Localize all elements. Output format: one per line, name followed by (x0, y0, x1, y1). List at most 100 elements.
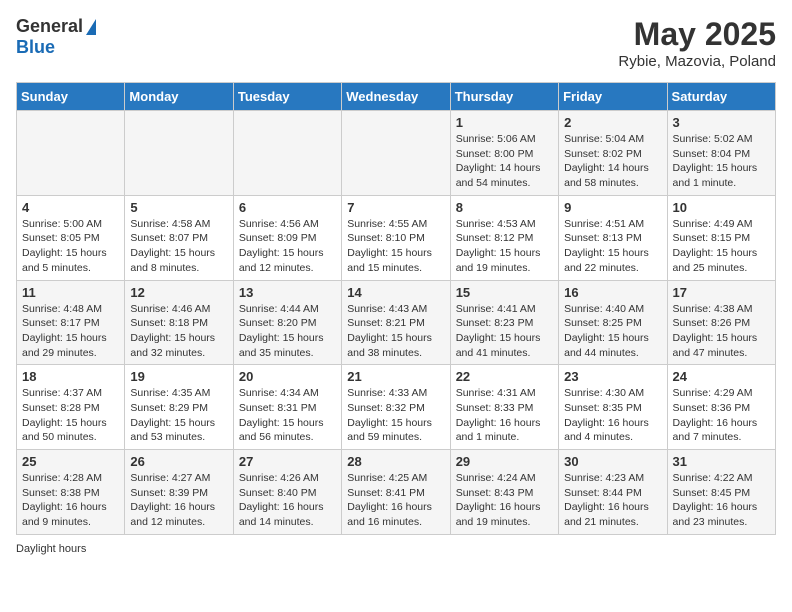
day-number: 11 (22, 285, 119, 300)
day-info: Sunrise: 4:27 AM Sunset: 8:39 PM Dayligh… (130, 471, 227, 530)
day-number: 14 (347, 285, 444, 300)
day-info: Sunrise: 4:23 AM Sunset: 8:44 PM Dayligh… (564, 471, 661, 530)
calendar-cell (125, 111, 233, 196)
calendar-cell: 6 Sunrise: 4:56 AM Sunset: 8:09 PM Daylig… (233, 195, 341, 280)
day-info: Sunrise: 4:22 AM Sunset: 8:45 PM Dayligh… (673, 471, 770, 530)
calendar-cell: 22 Sunrise: 4:31 AM Sunset: 8:33 PM Dayli… (450, 365, 558, 450)
calendar-cell: 4Sunrise: 5:00 AM Sunset: 8:05 PM Daylig… (17, 195, 125, 280)
day-number: 22 (456, 369, 553, 384)
day-info: Sunrise: 4:53 AM Sunset: 8:12 PM Dayligh… (456, 217, 553, 276)
calendar-cell (233, 111, 341, 196)
day-info: Sunrise: 4:41 AM Sunset: 8:23 PM Dayligh… (456, 302, 553, 361)
day-info: Sunrise: 5:02 AM Sunset: 8:04 PM Dayligh… (673, 132, 770, 191)
day-number: 27 (239, 454, 336, 469)
day-number: 18 (22, 369, 119, 384)
calendar-day-header: Saturday (667, 83, 775, 111)
calendar-cell: 27 Sunrise: 4:26 AM Sunset: 8:40 PM Dayli… (233, 450, 341, 535)
day-info: Sunrise: 4:35 AM Sunset: 8:29 PM Dayligh… (130, 386, 227, 445)
day-info: Sunrise: 4:55 AM Sunset: 8:10 PM Dayligh… (347, 217, 444, 276)
calendar-cell: 13 Sunrise: 4:44 AM Sunset: 8:20 PM Dayli… (233, 280, 341, 365)
day-number: 29 (456, 454, 553, 469)
page-subtitle: Rybie, Mazovia, Poland (618, 53, 776, 70)
day-number: 15 (456, 285, 553, 300)
calendar-week-row: 4Sunrise: 5:00 AM Sunset: 8:05 PM Daylig… (17, 195, 776, 280)
calendar-cell: 30Sunrise: 4:23 AM Sunset: 8:44 PM Dayli… (559, 450, 667, 535)
day-number: 23 (564, 369, 661, 384)
logo-blue-text: Blue (16, 37, 55, 57)
day-info: Sunrise: 4:34 AM Sunset: 8:31 PM Dayligh… (239, 386, 336, 445)
day-info: Sunrise: 4:48 AM Sunset: 8:17 PM Dayligh… (22, 302, 119, 361)
day-number: 9 (564, 200, 661, 215)
day-info: Sunrise: 5:04 AM Sunset: 8:02 PM Dayligh… (564, 132, 661, 191)
day-number: 26 (130, 454, 227, 469)
day-info: Sunrise: 4:29 AM Sunset: 8:36 PM Dayligh… (673, 386, 770, 445)
day-number: 7 (347, 200, 444, 215)
calendar-week-row: 18 Sunrise: 4:37 AM Sunset: 8:28 PM Dayli… (17, 365, 776, 450)
day-number: 5 (130, 200, 227, 215)
calendar-day-header: Thursday (450, 83, 558, 111)
calendar-cell: 11 Sunrise: 4:48 AM Sunset: 8:17 PM Dayli… (17, 280, 125, 365)
calendar-cell: 25 Sunrise: 4:28 AM Sunset: 8:38 PM Dayli… (17, 450, 125, 535)
day-info: Sunrise: 4:30 AM Sunset: 8:35 PM Dayligh… (564, 386, 661, 445)
calendar-cell: 12Sunrise: 4:46 AM Sunset: 8:18 PM Dayli… (125, 280, 233, 365)
calendar-cell: 31 Sunrise: 4:22 AM Sunset: 8:45 PM Dayli… (667, 450, 775, 535)
day-info: Sunrise: 4:49 AM Sunset: 8:15 PM Dayligh… (673, 217, 770, 276)
calendar-cell: 14Sunrise: 4:43 AM Sunset: 8:21 PM Dayli… (342, 280, 450, 365)
calendar-cell: 15 Sunrise: 4:41 AM Sunset: 8:23 PM Dayli… (450, 280, 558, 365)
day-number: 13 (239, 285, 336, 300)
day-number: 25 (22, 454, 119, 469)
calendar-week-row: 11 Sunrise: 4:48 AM Sunset: 8:17 PM Dayli… (17, 280, 776, 365)
day-info: Sunrise: 5:00 AM Sunset: 8:05 PM Dayligh… (22, 217, 119, 276)
day-number: 19 (130, 369, 227, 384)
calendar-cell: 1 Sunrise: 5:06 AM Sunset: 8:00 PM Daylig… (450, 111, 558, 196)
calendar-week-row: 25 Sunrise: 4:28 AM Sunset: 8:38 PM Dayli… (17, 450, 776, 535)
calendar-cell (342, 111, 450, 196)
calendar-cell: 5 Sunrise: 4:58 AM Sunset: 8:07 PM Daylig… (125, 195, 233, 280)
calendar-week-row: 1 Sunrise: 5:06 AM Sunset: 8:00 PM Daylig… (17, 111, 776, 196)
day-info: Sunrise: 4:26 AM Sunset: 8:40 PM Dayligh… (239, 471, 336, 530)
calendar-day-header: Wednesday (342, 83, 450, 111)
day-info: Sunrise: 4:25 AM Sunset: 8:41 PM Dayligh… (347, 471, 444, 530)
calendar-cell: 7 Sunrise: 4:55 AM Sunset: 8:10 PM Daylig… (342, 195, 450, 280)
calendar-cell (17, 111, 125, 196)
calendar-day-header: Sunday (17, 83, 125, 111)
calendar-header-row: SundayMondayTuesdayWednesdayThursdayFrid… (17, 83, 776, 111)
calendar-cell: 16Sunrise: 4:40 AM Sunset: 8:25 PM Dayli… (559, 280, 667, 365)
day-number: 28 (347, 454, 444, 469)
calendar-cell: 2Sunrise: 5:04 AM Sunset: 8:02 PM Daylig… (559, 111, 667, 196)
day-number: 17 (673, 285, 770, 300)
day-number: 6 (239, 200, 336, 215)
calendar-cell: 23 Sunrise: 4:30 AM Sunset: 8:35 PM Dayli… (559, 365, 667, 450)
calendar-table: SundayMondayTuesdayWednesdayThursdayFrid… (16, 82, 776, 535)
calendar-cell: 21Sunrise: 4:33 AM Sunset: 8:32 PM Dayli… (342, 365, 450, 450)
day-info: Sunrise: 4:40 AM Sunset: 8:25 PM Dayligh… (564, 302, 661, 361)
day-info: Sunrise: 4:58 AM Sunset: 8:07 PM Dayligh… (130, 217, 227, 276)
daylight-label: Daylight hours (16, 543, 86, 555)
calendar-cell: 29Sunrise: 4:24 AM Sunset: 8:43 PM Dayli… (450, 450, 558, 535)
day-info: Sunrise: 4:37 AM Sunset: 8:28 PM Dayligh… (22, 386, 119, 445)
day-info: Sunrise: 4:31 AM Sunset: 8:33 PM Dayligh… (456, 386, 553, 445)
day-number: 31 (673, 454, 770, 469)
calendar-day-header: Friday (559, 83, 667, 111)
calendar-cell: 26 Sunrise: 4:27 AM Sunset: 8:39 PM Dayli… (125, 450, 233, 535)
day-info: Sunrise: 4:44 AM Sunset: 8:20 PM Dayligh… (239, 302, 336, 361)
day-info: Sunrise: 4:28 AM Sunset: 8:38 PM Dayligh… (22, 471, 119, 530)
page-header: General Blue May 2025 Rybie, Mazovia, Po… (16, 16, 776, 70)
day-number: 12 (130, 285, 227, 300)
day-info: Sunrise: 4:51 AM Sunset: 8:13 PM Dayligh… (564, 217, 661, 276)
logo-triangle-icon (86, 19, 96, 35)
calendar-cell: 19 Sunrise: 4:35 AM Sunset: 8:29 PM Dayli… (125, 365, 233, 450)
day-number: 1 (456, 115, 553, 130)
calendar-cell: 3 Sunrise: 5:02 AM Sunset: 8:04 PM Daylig… (667, 111, 775, 196)
calendar-cell: 24Sunrise: 4:29 AM Sunset: 8:36 PM Dayli… (667, 365, 775, 450)
calendar-cell: 9 Sunrise: 4:51 AM Sunset: 8:13 PM Daylig… (559, 195, 667, 280)
day-info: Sunrise: 4:56 AM Sunset: 8:09 PM Dayligh… (239, 217, 336, 276)
day-info: Sunrise: 5:06 AM Sunset: 8:00 PM Dayligh… (456, 132, 553, 191)
calendar-cell: 8 Sunrise: 4:53 AM Sunset: 8:12 PM Daylig… (450, 195, 558, 280)
day-number: 20 (239, 369, 336, 384)
calendar-day-header: Tuesday (233, 83, 341, 111)
day-number: 21 (347, 369, 444, 384)
day-number: 8 (456, 200, 553, 215)
calendar-cell: 17Sunrise: 4:38 AM Sunset: 8:26 PM Dayli… (667, 280, 775, 365)
day-number: 3 (673, 115, 770, 130)
